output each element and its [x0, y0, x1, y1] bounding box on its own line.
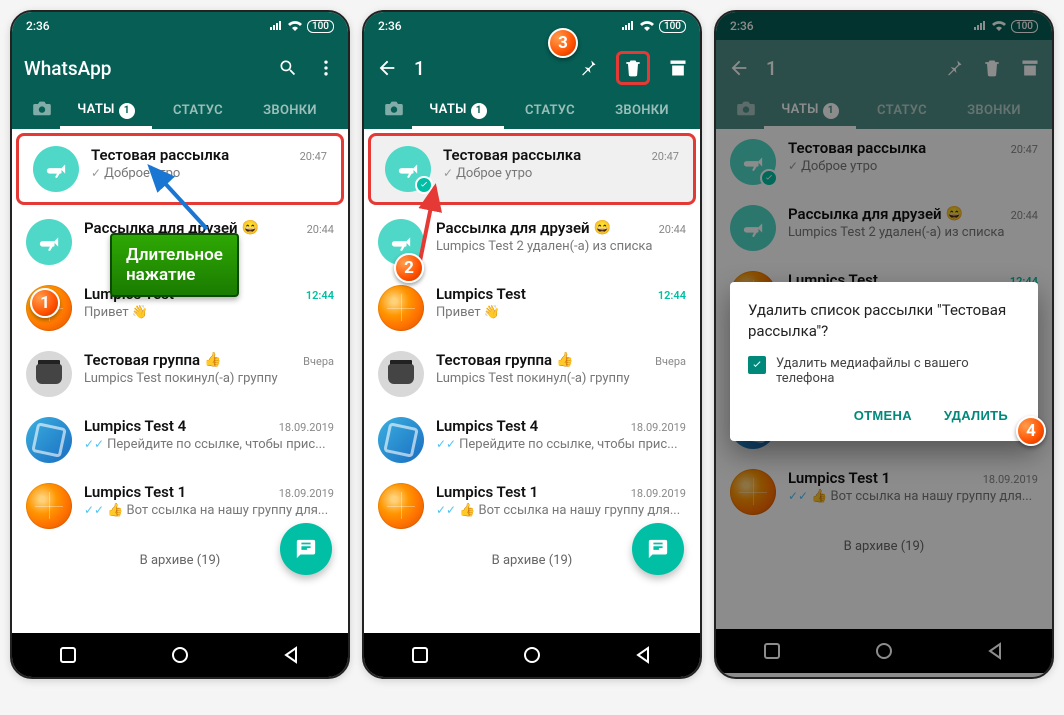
chat-time: 20:44 — [659, 223, 686, 236]
chat-preview: Lumpics Test покинул(-а) группу — [84, 371, 334, 386]
checkbox-checked-icon — [748, 356, 766, 374]
camera-tab[interactable] — [376, 100, 412, 120]
tab-calls[interactable]: ЗВОНКИ — [596, 93, 688, 128]
chat-name: Lumpics Test 4 — [436, 417, 538, 435]
new-chat-fab[interactable] — [280, 523, 332, 575]
phone-screenshot-2: 2:36 100 1 ЧАТЫ1 СТАТУС ЗВОНКИ — [362, 10, 702, 679]
nav-back[interactable] — [635, 646, 653, 664]
dialog-checkbox[interactable]: Удалить медиафайлы с вашего телефона — [748, 356, 1020, 386]
chat-preview: Lumpics Test покинул(-а) группу — [436, 371, 686, 386]
chat-time: 20:47 — [652, 150, 679, 163]
nav-home[interactable] — [171, 646, 189, 664]
archive-icon[interactable] — [668, 51, 688, 85]
back-icon[interactable] — [376, 57, 398, 79]
chat-preview: Привет 👋 — [84, 305, 334, 320]
chat-time: 12:44 — [306, 289, 334, 302]
chat-time: 12:44 — [658, 289, 686, 302]
phone-screenshot-1: 2:36 100 WhatsApp ЧАТЫ1 СТАТУС ЗВОНКИ Те… — [10, 10, 350, 679]
app-bar-selection: 1 ЧАТЫ1 СТАТУС ЗВОНКИ — [364, 40, 700, 129]
chat-name: Lumpics Test 1 — [436, 483, 538, 501]
chat-preview: ✓✓👍 Вот ссылка на нашу группу для... — [84, 503, 334, 518]
chat-name: Lumpics Test 4 — [84, 417, 186, 435]
camera-tab[interactable] — [24, 100, 60, 120]
chat-item[interactable]: Lumpics Test 4 18.09.2019 ✓✓Перейдите по … — [364, 407, 700, 473]
tab-chats[interactable]: ЧАТЫ1 — [412, 92, 504, 129]
android-navbar — [364, 633, 700, 677]
status-time: 2:36 — [26, 19, 50, 33]
avatar — [26, 351, 72, 397]
nav-recent[interactable] — [411, 646, 429, 664]
status-time: 2:36 — [378, 19, 402, 33]
chat-time: 18.09.2019 — [279, 487, 334, 500]
chat-time: 18.09.2019 — [279, 421, 334, 434]
tab-status[interactable]: СТАТУС — [152, 93, 244, 128]
chat-preview: ✓✓👍 Вот ссылка на нашу группу для... — [436, 503, 686, 518]
chat-name: Тестовая группа 👍 — [436, 351, 574, 369]
chat-name: Lumpics Test — [436, 285, 526, 303]
search-icon[interactable] — [278, 58, 298, 78]
avatar — [26, 417, 72, 463]
status-indicators: 100 — [269, 20, 334, 33]
annotation-step-1: 1 — [30, 288, 60, 318]
chat-preview: Привет 👋 — [436, 305, 686, 320]
app-title: WhatsApp — [24, 57, 262, 80]
delete-button[interactable]: УДАЛИТЬ — [932, 400, 1020, 431]
broadcast-avatar — [26, 219, 72, 265]
chat-preview: ✓Доброе утро — [443, 166, 679, 181]
status-bar: 2:36 100 — [12, 12, 348, 40]
cancel-button[interactable]: ОТМЕНА — [842, 400, 924, 431]
app-bar: WhatsApp ЧАТЫ1 СТАТУС ЗВОНКИ — [12, 40, 348, 129]
annotation-arrow — [410, 179, 470, 269]
chat-item[interactable]: Lumpics Test 12:44 Привет 👋 — [364, 275, 700, 341]
tab-calls[interactable]: ЗВОНКИ — [244, 93, 336, 128]
dialog-title: Удалить список рассылки "Тестовая рассыл… — [748, 300, 1020, 342]
avatar — [378, 417, 424, 463]
chat-preview: Lumpics Test 2 удален(-а) из списка — [436, 239, 686, 254]
chat-time: Вчера — [303, 355, 334, 368]
nav-home[interactable] — [523, 646, 541, 664]
chat-time: 20:44 — [307, 223, 334, 236]
avatar — [26, 483, 72, 529]
nav-recent[interactable] — [59, 646, 77, 664]
more-icon[interactable] — [316, 58, 336, 78]
chat-name: Тестовая рассылка — [443, 146, 581, 164]
chat-time: 20:47 — [300, 150, 327, 163]
avatar — [378, 351, 424, 397]
chat-item[interactable]: Lumpics Test 4 18.09.2019 ✓✓Перейдите по … — [12, 407, 348, 473]
annotation-step-2: 2 — [394, 253, 424, 283]
chat-list: Тестовая рассылка20:47 ✓Доброе утро Расс… — [364, 133, 700, 633]
annotation-arrow — [132, 157, 222, 237]
avatar — [378, 483, 424, 529]
status-bar: 2:36 100 — [364, 12, 700, 40]
chat-item[interactable]: Тестовая группа 👍 Вчера Lumpics Test поки… — [364, 341, 700, 407]
chat-preview: ✓✓Перейдите по ссылке, чтобы прис... — [436, 437, 686, 452]
chat-list: Тестовая рассылка20:47 ✓Доброе утро Расс… — [12, 133, 348, 633]
chat-time: 18.09.2019 — [631, 421, 686, 434]
annotation-step-4: 4 — [1016, 416, 1046, 446]
tab-bar: ЧАТЫ1 СТАТУС ЗВОНКИ — [24, 92, 336, 129]
chat-time: Вчера — [655, 355, 686, 368]
broadcast-avatar — [33, 146, 79, 192]
delete-icon[interactable] — [616, 51, 650, 85]
tab-chats[interactable]: ЧАТЫ1 — [60, 92, 152, 129]
chat-name: Lumpics Test 1 — [84, 483, 186, 501]
android-navbar — [12, 633, 348, 677]
annotation-step-3: 3 — [548, 28, 578, 58]
nav-back[interactable] — [283, 646, 301, 664]
chat-preview: ✓✓Перейдите по ссылке, чтобы прис... — [84, 437, 334, 452]
tab-bar: ЧАТЫ1 СТАТУС ЗВОНКИ — [376, 92, 688, 129]
new-chat-fab[interactable] — [632, 523, 684, 575]
pin-icon[interactable] — [578, 51, 598, 85]
delete-dialog: Удалить список рассылки "Тестовая рассыл… — [730, 282, 1038, 441]
tab-status[interactable]: СТАТУС — [504, 93, 596, 128]
selection-count: 1 — [414, 57, 562, 80]
chat-time: 18.09.2019 — [631, 487, 686, 500]
avatar — [378, 285, 424, 331]
phone-screenshot-3: 2:36 100 1 ЧАТЫ1 СТАТУС ЗВОНКИ — [714, 10, 1054, 679]
chat-item[interactable]: Тестовая группа 👍 Вчера Lumpics Test поки… — [12, 341, 348, 407]
chat-name: Тестовая группа 👍 — [84, 351, 222, 369]
annotation-tooltip: Длительноенажатие — [110, 233, 239, 297]
status-indicators: 100 — [621, 20, 686, 33]
